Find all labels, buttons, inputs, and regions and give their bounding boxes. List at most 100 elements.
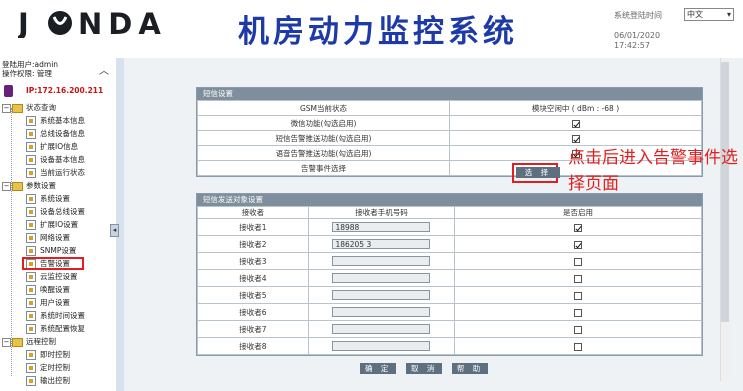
- sidebar-item-time[interactable]: 系统时间设置: [26, 310, 85, 322]
- sidebar-item-io-settings[interactable]: 扩展IO设置: [26, 219, 78, 231]
- sidebar-item-network[interactable]: 网络设置: [26, 232, 70, 244]
- header: J NDA 机房动力监控系统 系统登陆时间 中文 ▾ 06/01/2020 17…: [0, 0, 743, 59]
- page-icon: [26, 298, 36, 308]
- device-ip[interactable]: IP:172.16.200.211: [0, 84, 110, 98]
- phone-input[interactable]: 18988: [332, 222, 431, 232]
- sidebar-item-label: 当前运行状态: [40, 168, 85, 177]
- sidebar-item-system-settings[interactable]: 系统设置: [26, 193, 70, 205]
- jonda-logo: J NDA: [18, 8, 161, 38]
- collapse-sidebar-icon[interactable]: ◂: [110, 224, 119, 237]
- sidebar-item-restore[interactable]: 系统配置恢复: [26, 323, 85, 335]
- recipient-name: 接收者4: [197, 269, 309, 287]
- phone-input[interactable]: [332, 273, 431, 283]
- sidebar-item-label: 总线设备信息: [40, 129, 85, 138]
- enabled-checkbox[interactable]: [574, 274, 583, 283]
- enabled-cell: [454, 303, 702, 321]
- enabled-checkbox[interactable]: [574, 257, 583, 266]
- enabled-cell: [454, 218, 702, 236]
- sidebar-item-wakeup[interactable]: 唤醒设置: [26, 284, 70, 296]
- page-icon: [26, 194, 36, 204]
- phone-cell: [307, 252, 456, 270]
- phone-cell: [307, 286, 456, 304]
- recipient-name: 接收者6: [197, 303, 309, 321]
- enabled-checkbox[interactable]: [574, 325, 583, 334]
- annotation-text: 点击后进入告警事件选择页面: [568, 148, 738, 194]
- enabled-checkbox[interactable]: [574, 240, 583, 249]
- enabled-cell: [454, 320, 702, 338]
- sidebar-item-instant-control[interactable]: 即时控制: [26, 349, 70, 361]
- user-permission: 操作权限: 管理: [2, 69, 52, 78]
- recipient-name: 接收者8: [197, 337, 309, 355]
- sms-push-cell: [449, 130, 702, 146]
- recipients-table: 接收者 接收者手机号码 是否启用 接收者1 18988 接收者2 186205 …: [197, 206, 702, 355]
- sms-push-checkbox[interactable]: [571, 134, 580, 143]
- folder-icon: [12, 337, 23, 347]
- page-icon: [26, 207, 36, 217]
- help-button[interactable]: 帮 助: [451, 363, 489, 374]
- chevron-up-icon[interactable]: ︿: [98, 66, 110, 78]
- chevron-down-icon: ▾: [726, 10, 731, 19]
- collapse-icon: −: [2, 182, 11, 191]
- page-icon: [26, 155, 36, 165]
- sidebar: 登陆用户:admin 操作权限: 管理 ︿ IP:172.16.200.211 …: [0, 58, 117, 391]
- phone-input[interactable]: [332, 290, 431, 300]
- recipient-name: 接收者7: [197, 320, 309, 338]
- page-icon: [26, 246, 36, 256]
- cancel-button[interactable]: 取 消: [405, 363, 443, 374]
- login-date: 06/01/2020: [614, 31, 661, 40]
- sidebar-item-label: 云监控设置: [40, 272, 78, 281]
- select-event-button[interactable]: 选 择: [516, 167, 560, 178]
- page-icon: [26, 220, 36, 230]
- sidebar-item-system-info[interactable]: 系统基本信息: [26, 115, 85, 127]
- page-icon: [26, 311, 36, 321]
- sidebar-item-snmp[interactable]: SNMP设置: [26, 245, 76, 257]
- enabled-checkbox[interactable]: [574, 291, 583, 300]
- device-icon: [4, 85, 13, 97]
- sidebar-item-device-info[interactable]: 设备基本信息: [26, 154, 85, 166]
- phone-input[interactable]: [332, 307, 431, 317]
- phone-input[interactable]: [332, 324, 431, 334]
- tree-group-remote[interactable]: − 远程控制: [2, 336, 56, 348]
- col-recipient: 接收者: [197, 206, 309, 219]
- sidebar-item-users[interactable]: 用户设置: [26, 297, 70, 309]
- enabled-cell: [454, 337, 702, 355]
- enabled-checkbox[interactable]: [574, 223, 583, 232]
- voice-push-label: 语音告警推送功能(勾选启用): [197, 145, 450, 161]
- sms-push-label: 短信告警推送功能(勾选启用): [197, 130, 450, 146]
- collapse-icon: −: [2, 104, 11, 113]
- phone-input[interactable]: [332, 341, 431, 351]
- gsm-status-label: GSM当前状态: [197, 100, 450, 116]
- ok-button[interactable]: 确 定: [360, 363, 397, 374]
- wechat-checkbox[interactable]: [571, 119, 580, 128]
- phone-cell: 18988: [307, 218, 456, 236]
- page-icon: [26, 129, 36, 139]
- sidebar-item-bus-settings[interactable]: 设备总线设置: [26, 206, 85, 218]
- page-icon: [26, 272, 36, 282]
- tree-group-label: 状态查询: [26, 103, 56, 112]
- enabled-checkbox[interactable]: [574, 308, 583, 317]
- sidebar-item-cloud[interactable]: 云监控设置: [26, 271, 78, 283]
- sidebar-item-label: 用户设置: [40, 298, 70, 307]
- phone-cell: [307, 303, 456, 321]
- phone-input[interactable]: [332, 256, 431, 266]
- tree-group-settings[interactable]: − 参数设置: [2, 180, 56, 192]
- sidebar-item-timed-control[interactable]: 定时控制: [26, 362, 70, 374]
- phone-input[interactable]: 186205 3: [332, 239, 431, 249]
- alarm-event-label: 告警事件选择: [197, 160, 450, 176]
- sidebar-item-output-control[interactable]: 输出控制: [26, 375, 70, 387]
- page-icon: [26, 363, 36, 373]
- form-buttons: 确 定 取 消 帮 助: [360, 363, 495, 375]
- sidebar-item-bus-devices[interactable]: 总线设备信息: [26, 128, 85, 140]
- phone-cell: 186205 3: [307, 235, 456, 253]
- tree-group-status[interactable]: − 状态查询: [2, 102, 56, 114]
- language-select[interactable]: 中文 ▾: [684, 8, 734, 21]
- panel-header: 短信设置: [197, 88, 702, 100]
- page-icon: [26, 116, 36, 126]
- recipient-name: 接收者5: [197, 286, 309, 304]
- login-time: 17:42:57: [614, 41, 650, 50]
- enabled-checkbox[interactable]: [574, 342, 583, 351]
- user-name: 登陆用户:admin: [2, 60, 59, 69]
- sidebar-item-run-status[interactable]: 当前运行状态: [26, 167, 85, 179]
- table-row: 接收者3: [197, 252, 702, 270]
- sidebar-item-io-info[interactable]: 扩展IO信息: [26, 141, 78, 153]
